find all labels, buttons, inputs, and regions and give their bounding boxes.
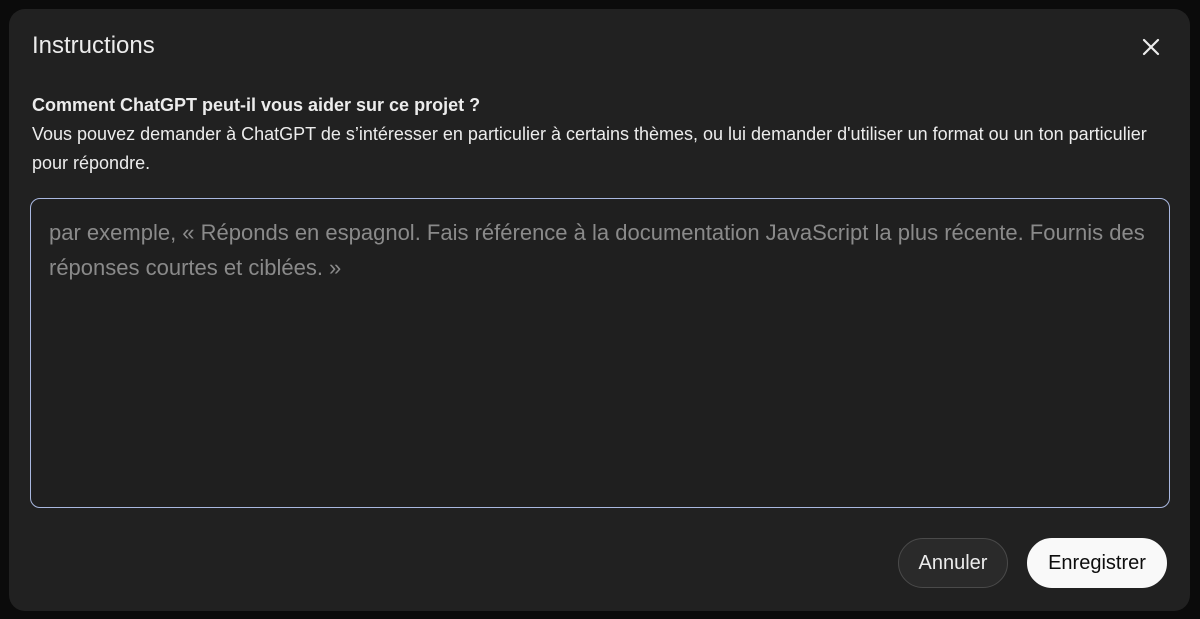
dialog-title: Instructions	[32, 32, 155, 59]
dialog-question: Comment ChatGPT peut-il vous aider sur c…	[32, 95, 481, 115]
cancel-button[interactable]: Annuler	[898, 538, 1008, 588]
instructions-field	[30, 198, 1170, 508]
dialog-description: Comment ChatGPT peut-il vous aider sur c…	[32, 91, 1152, 178]
close-button[interactable]	[1135, 31, 1167, 63]
instructions-dialog: Instructions Comment ChatGPT peut-il vou…	[9, 9, 1190, 611]
close-icon	[1142, 38, 1160, 56]
save-button[interactable]: Enregistrer	[1027, 538, 1167, 588]
instructions-textarea[interactable]	[31, 199, 1169, 507]
dialog-help-text: Vous pouvez demander à ChatGPT de s’inté…	[32, 124, 1147, 173]
